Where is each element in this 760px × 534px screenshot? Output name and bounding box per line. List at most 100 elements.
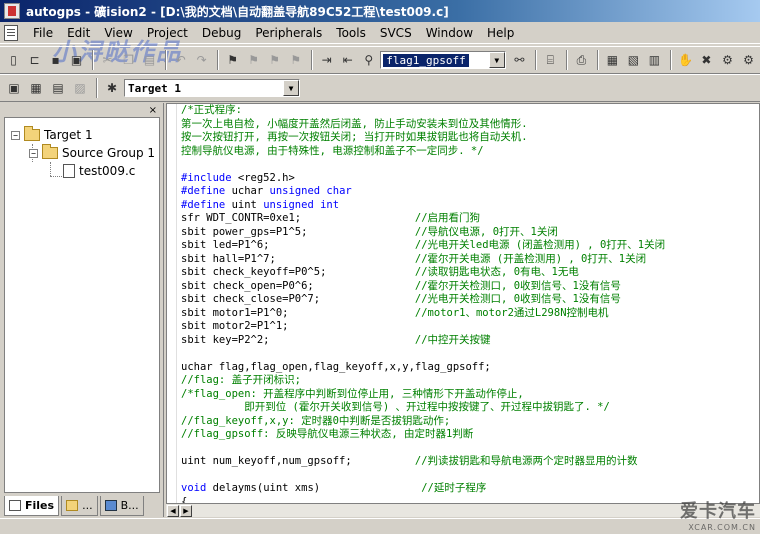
code-text[interactable]: /*正式程序: 第一次上电自检, 小幅度开盖然后闭盖, 防止手动安装未到位及其他情… <box>181 104 757 509</box>
code-line[interactable]: #define uchar unsigned char <box>181 185 757 199</box>
find-combo-value: flag1_gpsoff <box>383 53 469 67</box>
settings-icon[interactable]: ⚙ <box>739 50 758 70</box>
binoculars-icon[interactable]: ⚯ <box>510 50 529 70</box>
code-line[interactable]: sbit power_gps=P1^5; //导航仪电源, 0打开、1关闭 <box>181 226 757 240</box>
menu-window[interactable]: Window <box>419 23 480 43</box>
translate-icon[interactable]: ▣ <box>4 78 24 98</box>
chevron-down-icon[interactable]: ▼ <box>283 80 299 96</box>
tab-regs[interactable]: ... <box>61 496 98 516</box>
close-icon[interactable]: × <box>149 105 157 116</box>
stop-build-icon[interactable]: ▨ <box>70 78 90 98</box>
code-token: //flag: 盖子开闭标识; <box>181 374 301 386</box>
code-line[interactable]: sbit hall=P1^7; //霍尔开关电源 (开盖检测用) , 0打开、1… <box>181 253 757 267</box>
chevron-down-icon[interactable]: ▼ <box>488 52 505 68</box>
code-token: <reg52.h> <box>231 171 295 184</box>
code-line[interactable]: sbit key=P2^2; //中控开关按键 <box>181 334 757 348</box>
code-line[interactable]: sbit motor1=P1^0; //motor1、motor2通过L298N… <box>181 307 757 321</box>
open-folder-icon[interactable]: ⊏ <box>25 50 44 70</box>
code-line[interactable] <box>181 158 757 172</box>
code-line[interactable] <box>181 442 757 456</box>
source-browser-icon[interactable]: ⌸ <box>541 50 560 70</box>
tab-books[interactable]: B... <box>99 496 144 516</box>
code-line[interactable]: 控制导航仪电源, 由于特殊性, 电源控制和盖子不一定同步. */ <box>181 145 757 159</box>
window-icon[interactable]: ▥ <box>645 50 664 70</box>
scroll-right-icon[interactable]: ▶ <box>180 505 192 517</box>
code-token: sbit motor2=P1^1; <box>181 320 289 332</box>
horizontal-scrollbar[interactable]: ◀ ▶ <box>166 503 760 517</box>
tree-item-file[interactable]: test009.c <box>63 162 135 180</box>
output-window-icon[interactable]: ▧ <box>624 50 643 70</box>
rebuild-icon[interactable]: ▤ <box>48 78 68 98</box>
stop-icon[interactable]: ✖ <box>697 50 716 70</box>
toolbar-separator <box>311 50 314 70</box>
menu-peripherals[interactable]: Peripherals <box>248 23 329 43</box>
code-line[interactable]: sbit check_open=P0^6; //霍尔开关检测口, 0收到信号、1… <box>181 280 757 294</box>
menu-debug[interactable]: Debug <box>195 23 248 43</box>
collapse-icon[interactable]: − <box>29 148 38 158</box>
clear-bookmarks-icon[interactable]: ⚑ <box>286 50 305 70</box>
config-icon[interactable]: ⚙ <box>718 50 737 70</box>
app-icon[interactable] <box>4 3 20 19</box>
code-line[interactable]: //flag_keyoff,x,y: 定时器0中判断是否拔钥匙动作; <box>181 415 757 429</box>
code-token: void <box>181 482 207 494</box>
code-line[interactable]: #include <reg52.h> <box>181 172 757 186</box>
code-line[interactable]: uchar flag,flag_open,flag_keyoff,x,y,fla… <box>181 361 757 375</box>
code-line[interactable]: #define uint unsigned int <box>181 199 757 213</box>
code-token: 即开到位 (霍尔开关收到信号) 、开过程中按按键了、开过程中拔钥匙了. */ <box>181 401 610 413</box>
tree-item-target[interactable]: − Target 1 <box>11 126 93 144</box>
books-icon <box>104 500 117 511</box>
target-options-icon[interactable]: ✱ <box>102 78 122 98</box>
copy-icon[interactable]: ❐ <box>119 50 138 70</box>
code-line[interactable]: /*正式程序: <box>181 104 757 118</box>
undo-icon[interactable]: ↶ <box>171 50 190 70</box>
paste-icon[interactable]: ▤ <box>140 50 159 70</box>
build-icon[interactable]: ▦ <box>26 78 46 98</box>
save-all-icon[interactable]: ▣ <box>67 50 86 70</box>
menu-tools[interactable]: Tools <box>329 23 373 43</box>
find-in-files-icon[interactable]: ⚲ <box>359 50 378 70</box>
code-line[interactable]: /*flag_open: 开盖程序中判断到位停止用, 三种情形下开盖动作停止, <box>181 388 757 402</box>
code-line[interactable]: 即开到位 (霍尔开关收到信号) 、开过程中按按键了、开过程中拔钥匙了. */ <box>181 401 757 415</box>
save-icon[interactable]: ▪ <box>46 50 65 70</box>
tab-files[interactable]: Files <box>4 496 60 516</box>
code-editor[interactable]: /*正式程序: 第一次上电自检, 小幅度开盖然后闭盖, 防止手动安装未到位及其他情… <box>166 103 760 517</box>
code-line[interactable]: //flag_gpsoff: 反映导航仪电源三种状态, 由定时器1判断 <box>181 428 757 442</box>
code-token: #define <box>181 185 226 197</box>
menu-help[interactable]: Help <box>480 23 521 43</box>
workspace-icon[interactable]: ▦ <box>603 50 622 70</box>
menu-svcs[interactable]: SVCS <box>373 23 419 43</box>
code-token: /*正式程序: <box>181 104 242 116</box>
code-line[interactable] <box>181 469 757 483</box>
code-line[interactable]: void delayms(uint xms) //延时子程序 <box>181 482 757 496</box>
code-line[interactable]: sbit led=P1^6; //光电开关led电源 (闭盖检测用) , 0打开… <box>181 239 757 253</box>
code-line[interactable]: 按一次按钮打开, 再按一次按钮关闭; 当打开时如果拔钥匙也将自动关机. <box>181 131 757 145</box>
scroll-left-icon[interactable]: ◀ <box>167 505 179 517</box>
redo-icon[interactable]: ↷ <box>192 50 211 70</box>
hand-icon[interactable]: ✋ <box>676 50 695 70</box>
print-icon[interactable]: ⎙ <box>572 50 591 70</box>
document-icon[interactable] <box>4 24 18 41</box>
find-combo[interactable]: flag1_gpsoff ▼ <box>380 51 506 69</box>
code-line[interactable]: sbit check_close=P0^7; //光电开关检测口, 0收到信号、… <box>181 293 757 307</box>
cut-icon[interactable]: ✂ <box>98 50 117 70</box>
code-token: sbit check_open=P0^6; <box>181 279 415 292</box>
bookmark-icon[interactable]: ⚑ <box>223 50 242 70</box>
code-line[interactable] <box>181 347 757 361</box>
code-line[interactable]: sbit check_keyoff=P0^5; //读取钥匙电状态, 0有电、1… <box>181 266 757 280</box>
code-line[interactable]: //flag: 盖子开闭标识; <box>181 374 757 388</box>
title-bar: autogps - 礦ision2 - [D:\我的文档\自动翻盖导航89C52… <box>0 0 760 22</box>
code-line[interactable]: uint num_keyoff,num_gpsoff; //判读拔钥匙和导航电源… <box>181 455 757 469</box>
target-combo[interactable]: Target 1 ▼ <box>124 79 300 97</box>
indent-icon[interactable]: ⇥ <box>317 50 336 70</box>
unindent-icon[interactable]: ⇤ <box>338 50 357 70</box>
collapse-icon[interactable]: − <box>11 130 20 140</box>
code-line[interactable]: sfr WDT_CONTR=0xe1; //启用看门狗 <box>181 212 757 226</box>
next-bookmark-icon[interactable]: ⚑ <box>265 50 284 70</box>
prev-bookmark-icon[interactable]: ⚑ <box>244 50 263 70</box>
tree-line <box>50 176 62 177</box>
new-file-icon[interactable]: ▯ <box>4 50 23 70</box>
code-line[interactable]: 第一次上电自检, 小幅度开盖然后闭盖, 防止手动安装未到位及其他情形. <box>181 118 757 132</box>
tree-item-source-group[interactable]: − Source Group 1 <box>29 144 155 162</box>
code-line[interactable]: sbit motor2=P1^1; <box>181 320 757 334</box>
window-title: autogps - 礦ision2 - [D:\我的文档\自动翻盖导航89C52… <box>26 4 449 19</box>
